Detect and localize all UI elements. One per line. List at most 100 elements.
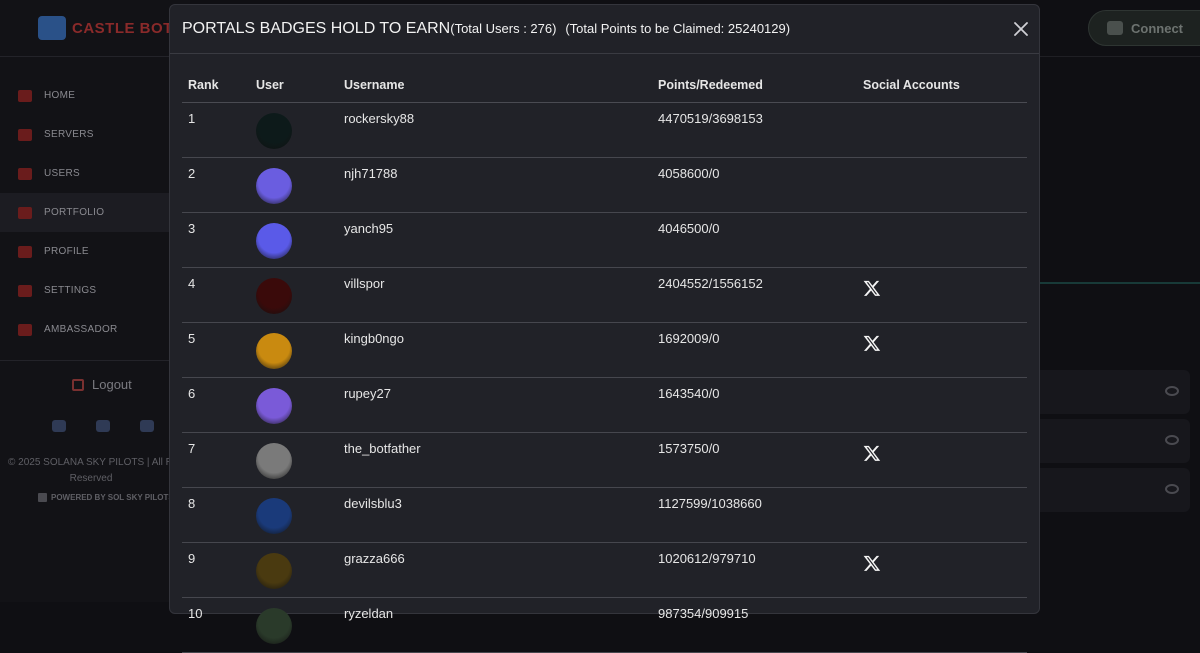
brand[interactable]: CASTLE BOTS [38, 14, 183, 42]
avatar [256, 113, 292, 149]
modal-title: PORTALS BADGES HOLD TO EARN(Total Users … [182, 20, 790, 38]
rank-cell: 8 [182, 487, 250, 543]
user-cell [250, 102, 338, 158]
rank-cell: 4 [182, 267, 250, 323]
social-cell [857, 267, 1027, 323]
social-cell [857, 157, 1027, 213]
username: devilsblu3 [344, 496, 402, 511]
rank-cell: 1 [182, 102, 250, 158]
username-cell: rupey27 [338, 377, 652, 433]
castle-logo-icon [38, 16, 66, 40]
x-twitter-icon[interactable] [863, 554, 881, 572]
connect-wallet-button[interactable]: Connect [1088, 10, 1200, 46]
x-icon[interactable] [96, 420, 110, 432]
username-cell: kingb0ngo [338, 322, 652, 378]
background-divider [1040, 282, 1200, 284]
table-row: 10 ryzeldan 987354/909915 [182, 597, 1027, 653]
brand-name: CASTLE BOTS [72, 19, 184, 37]
eye-icon[interactable] [1165, 484, 1179, 494]
rank: 8 [188, 496, 196, 511]
username-cell: the_botfather [338, 432, 652, 488]
rank-cell: 3 [182, 212, 250, 268]
user-cell [250, 597, 338, 653]
x-twitter-icon[interactable] [863, 334, 881, 352]
points: 1692009/0 [658, 331, 720, 346]
eye-icon[interactable] [1165, 386, 1179, 396]
rank-cell: 9 [182, 542, 250, 598]
social-cell [857, 432, 1027, 488]
sidebar-item-servers[interactable]: SERVERS [0, 115, 190, 154]
sidebar-item-label: USERS [44, 168, 80, 179]
sidebar-item-portfolio[interactable]: PORTFOLIO [0, 193, 190, 232]
x-twitter-icon[interactable] [863, 279, 881, 297]
copyright-text: © 2025 SOLANA SKY PILOTS | All R [8, 457, 173, 468]
background-card [1040, 468, 1190, 512]
logout-label: Logout [92, 377, 132, 392]
rank-cell: 2 [182, 157, 250, 213]
points-cell: 1643540/0 [652, 377, 857, 433]
points: 1020612/979710 [658, 551, 756, 566]
sidebar-item-home[interactable]: HOME [0, 76, 190, 115]
points-cell: 1692009/0 [652, 322, 857, 378]
username-cell: villspor [338, 267, 652, 323]
close-button[interactable] [1012, 20, 1030, 38]
social-cell [857, 487, 1027, 543]
sidebar-item-users[interactable]: USERS [0, 154, 190, 193]
user-cell [250, 157, 338, 213]
table-header-row: Rank User Username Points/Redeemed Socia… [182, 68, 1027, 103]
username-cell: njh71788 [338, 157, 652, 213]
table-row: 8 devilsblu3 1127599/1038660 [182, 487, 1027, 543]
username: kingb0ngo [344, 331, 404, 346]
close-icon [1014, 22, 1028, 36]
username: ryzeldan [344, 606, 394, 621]
sidebar: CASTLE BOTS HOME SERVERS USERS PORTFOLIO PRO… [0, 0, 190, 602]
sidebar-item-label: SETTINGS [44, 285, 97, 296]
social-cell [857, 322, 1027, 378]
rank: 3 [188, 221, 196, 236]
user-cell [250, 542, 338, 598]
eye-icon[interactable] [1165, 435, 1179, 445]
sidebar-item-label: AMBASSADOR [44, 324, 118, 335]
sidebar-item-label: PORTFOLIO [44, 207, 105, 218]
avatar [256, 223, 292, 259]
reserved-text: Reserved [69, 473, 113, 484]
points-cell: 4058600/0 [652, 157, 857, 213]
username: yanch95 [344, 221, 394, 236]
sidebar-item-settings[interactable]: SETTINGS [0, 271, 190, 310]
user-cell [250, 487, 338, 543]
avatar [256, 278, 292, 314]
social-cell [857, 212, 1027, 268]
sidebar-item-label: PROFILE [44, 246, 89, 257]
wallet-icon [1107, 21, 1123, 35]
x-twitter-icon[interactable] [863, 444, 881, 462]
points: 4058600/0 [658, 166, 720, 181]
points: 1573750/0 [658, 441, 720, 456]
gear-icon [18, 284, 32, 297]
discord-icon[interactable] [52, 420, 66, 432]
rank: 10 [188, 606, 203, 621]
powered-by[interactable]: POWERED BY SOL SKY PILOTS [38, 493, 174, 502]
total-users: (Total Users : 276) [450, 21, 557, 36]
rank: 1 [188, 111, 196, 126]
modal-header: PORTALS BADGES HOLD TO EARN(Total Users … [170, 5, 1039, 54]
social-cell [857, 377, 1027, 433]
rank: 2 [188, 166, 196, 181]
sidebar-item-profile[interactable]: PROFILE [0, 232, 190, 271]
group-icon [18, 323, 32, 336]
social-cell [857, 102, 1027, 158]
copyright: © 2025 SOLANA SKY PILOTS | All R Reserve… [8, 455, 188, 487]
total-points: (Total Points to be Claimed: 25240129) [565, 21, 791, 36]
username-cell: grazza666 [338, 542, 652, 598]
connect-label: Connect [1131, 20, 1183, 36]
points-cell: 4470519/3698153 [652, 102, 857, 158]
telegram-icon[interactable] [140, 420, 154, 432]
background-divider [1040, 56, 1200, 57]
table-row: 7 the_botfather 1573750/0 [182, 432, 1027, 488]
sidebar-item-ambassador[interactable]: AMBASSADOR [0, 310, 190, 349]
points-cell: 2404552/1556152 [652, 267, 857, 323]
person-icon [18, 245, 32, 258]
logout-button[interactable]: Logout [72, 377, 132, 392]
background-card [1040, 419, 1190, 463]
avatar [256, 443, 292, 479]
rank: 5 [188, 331, 196, 346]
